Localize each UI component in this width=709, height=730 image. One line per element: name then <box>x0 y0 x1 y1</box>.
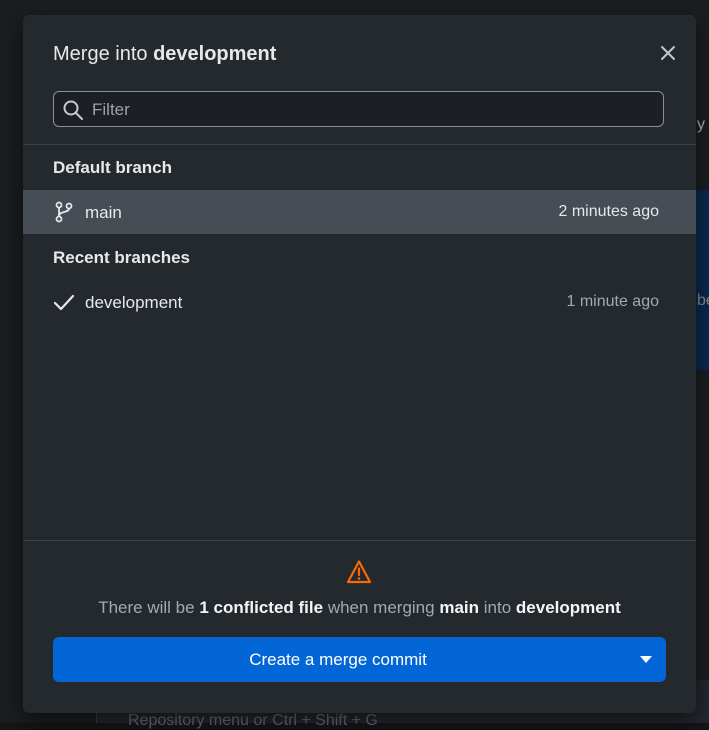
dialog-title: Merge into development <box>53 43 276 66</box>
branch-name: main <box>85 203 122 222</box>
default-branch-heading: Default branch <box>53 158 173 177</box>
recent-branches-heading: Recent branches <box>53 248 190 267</box>
filter-field[interactable] <box>53 91 664 128</box>
branch-item-main[interactable]: main 2 minutes ago <box>23 190 696 234</box>
merge-dialog: Merge into development Default branch ma… <box>23 15 696 713</box>
close-button[interactable] <box>658 43 678 63</box>
message-text: There will be <box>98 598 195 617</box>
message-text: when merging <box>327 598 435 617</box>
branch-name: development <box>85 293 183 312</box>
dialog-title-prefix: Merge into <box>53 43 148 65</box>
source-branch: main <box>439 598 480 617</box>
create-merge-commit-button[interactable]: Create a merge commit <box>53 637 666 682</box>
check-icon <box>53 294 75 311</box>
conflict-count: 1 conflicted file <box>199 598 324 617</box>
git-branch-icon <box>55 201 73 223</box>
background-footer-text: Repository menu or Ctrl + Shift + G <box>128 712 378 729</box>
background-text-fragment: y <box>697 116 705 133</box>
divider <box>23 540 696 541</box>
merge-conflict-message: There will be 1 conflicted file when mer… <box>23 598 696 618</box>
divider <box>23 144 696 145</box>
message-text: into <box>483 598 512 617</box>
target-branch: development <box>515 598 621 617</box>
caret-down-icon[interactable] <box>640 655 652 665</box>
branch-time: 1 minute ago <box>566 293 659 310</box>
search-icon <box>63 100 83 120</box>
branch-item-development[interactable]: development 1 minute ago <box>23 280 696 324</box>
filter-input[interactable] <box>90 92 654 128</box>
dialog-title-branch: development <box>153 43 277 65</box>
background-panel <box>696 190 709 370</box>
merge-button-label: Create a merge commit <box>249 650 427 669</box>
branch-time: 2 minutes ago <box>558 203 659 220</box>
close-icon <box>661 46 675 60</box>
warning-icon <box>346 560 372 584</box>
background-text-fragment: be <box>697 292 709 309</box>
